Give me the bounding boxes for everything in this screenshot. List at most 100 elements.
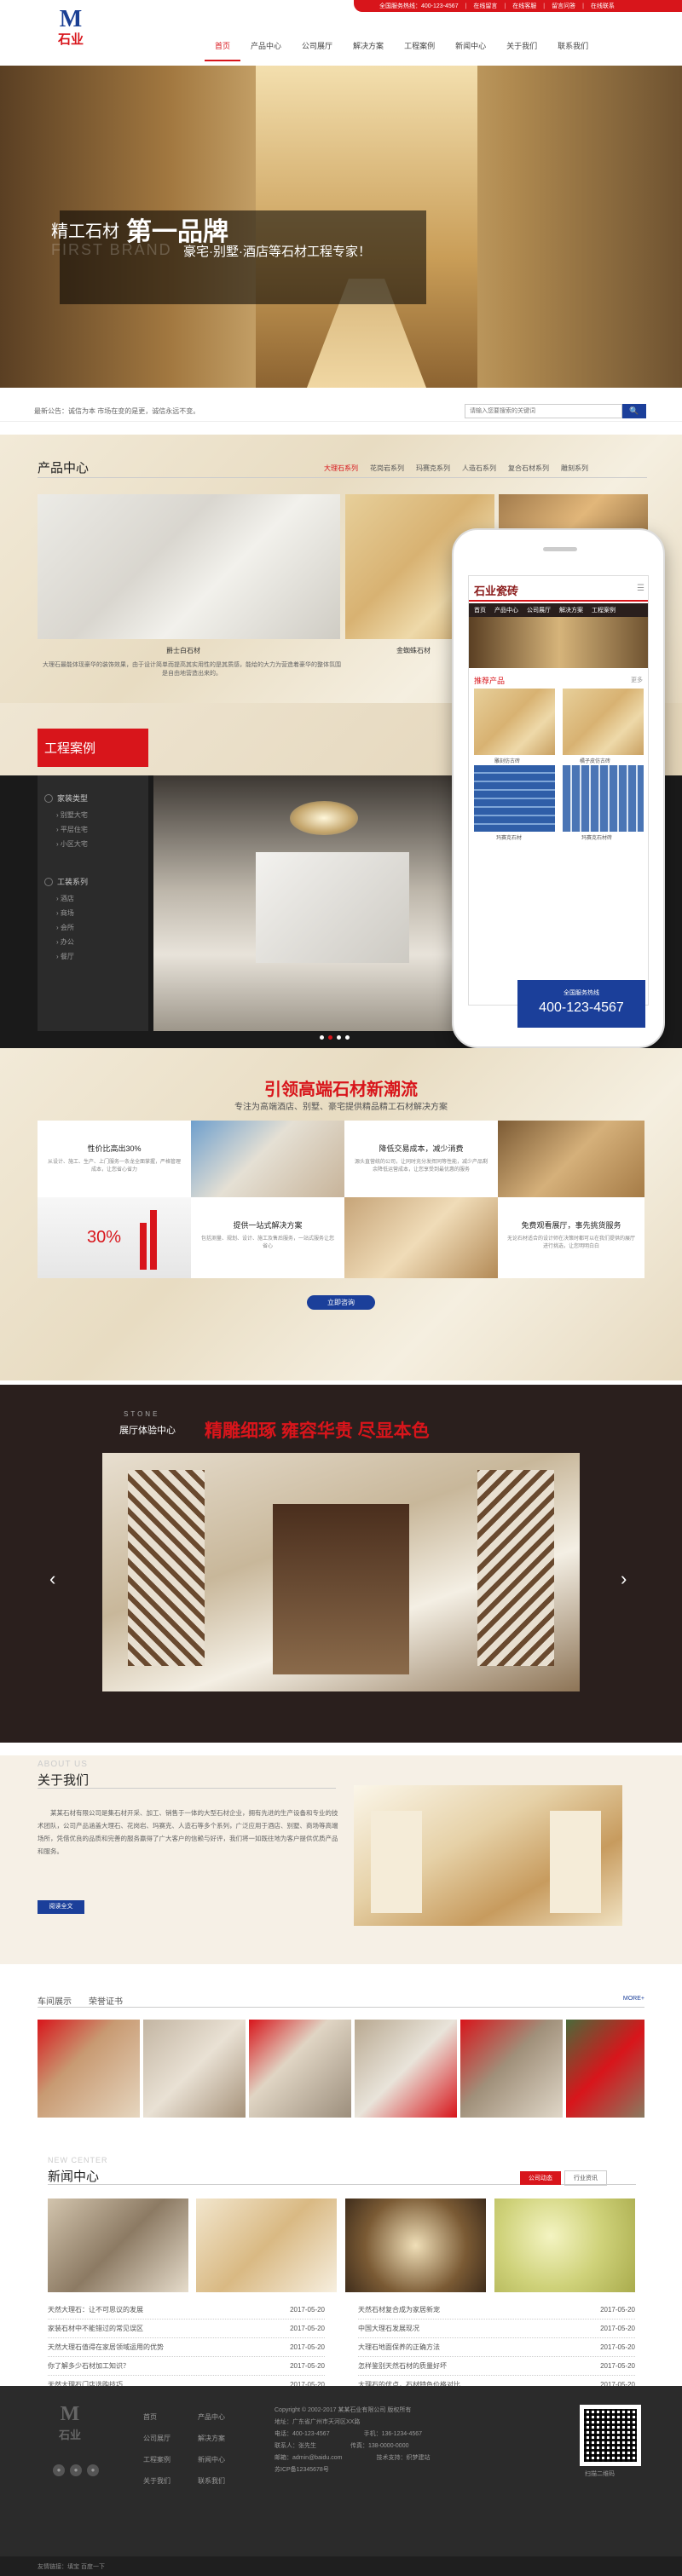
logo[interactable]: M 石业 bbox=[49, 7, 92, 58]
phone-nav-item[interactable]: 首页 bbox=[474, 606, 486, 614]
notice-text: 最新公告：诚信为本 市场在变的是更，诚信永远不变。 bbox=[34, 407, 200, 415]
news-item[interactable]: 天然大理石：让不可思议的发展 2017-05-20 bbox=[48, 2301, 325, 2320]
footer-link[interactable]: 工程案例 bbox=[143, 2449, 170, 2470]
hero-en: FIRST BRAND bbox=[51, 241, 172, 258]
gallery-image[interactable] bbox=[460, 2020, 563, 2118]
news-tab[interactable]: 行业资讯 bbox=[564, 2170, 607, 2186]
showroom-image[interactable] bbox=[102, 1453, 580, 1691]
news-image[interactable] bbox=[494, 2199, 635, 2292]
footer-link[interactable]: 解决方案 bbox=[198, 2428, 225, 2449]
phone-hotline-box[interactable]: 全国服务热线 400-123-4567 bbox=[517, 980, 645, 1028]
nav-news[interactable]: 新闻中心 bbox=[445, 31, 496, 61]
news-image[interactable] bbox=[48, 2199, 188, 2292]
gallery-tab[interactable]: 荣誉证书 bbox=[89, 1994, 123, 2007]
news-item[interactable]: 中国大理石发展现况 2017-05-20 bbox=[358, 2320, 635, 2338]
gallery-image[interactable] bbox=[249, 2020, 351, 2118]
footer-link[interactable]: 产品中心 bbox=[198, 2406, 225, 2428]
product-name[interactable]: 金蜘蛛石材 bbox=[396, 646, 431, 655]
phone-nav-item[interactable]: 工程案例 bbox=[592, 606, 616, 614]
product-tab[interactable]: 复合石材系列 bbox=[508, 464, 549, 473]
phone-more-link[interactable]: 更多 bbox=[631, 676, 643, 684]
hero-banner: 精工石材 第一品牌 FIRST BRAND 豪宅·别墅·酒店等石材工程专家！ bbox=[0, 66, 682, 388]
solution-section: 引领高端石材新潮流 专注为高端酒店、别墅、豪宅提供精品精工石材解决方案 性价比高… bbox=[0, 1048, 682, 1380]
product-tab[interactable]: 雕刻系列 bbox=[561, 464, 588, 473]
prev-arrow-icon[interactable]: ‹ bbox=[49, 1568, 55, 1590]
search-button[interactable]: 🔍 bbox=[622, 404, 646, 418]
phone-nav-item[interactable]: 公司展厅 bbox=[527, 606, 551, 614]
phone-menu-icon[interactable]: ☰ bbox=[637, 584, 644, 593]
case-item[interactable]: › 办公 bbox=[56, 935, 74, 949]
product-tab[interactable]: 花岗岩系列 bbox=[370, 464, 404, 473]
nav-cases[interactable]: 工程案例 bbox=[394, 31, 445, 61]
footer-link[interactable]: 联系我们 bbox=[198, 2470, 225, 2492]
qr-label: 扫描二维码 bbox=[585, 2471, 615, 2477]
news-item[interactable]: 天然石材复合成为家居新宠 2017-05-20 bbox=[358, 2301, 635, 2320]
qq-icon[interactable]: ● bbox=[87, 2464, 99, 2476]
news-item[interactable]: 怎样鉴别天然石材的质量好坏 2017-05-20 bbox=[358, 2357, 635, 2376]
news-item[interactable]: 大理石地面保养的正确方法 2017-05-20 bbox=[358, 2338, 635, 2357]
wechat-icon[interactable]: ● bbox=[53, 2464, 65, 2476]
case-item[interactable]: › 平层住宅 bbox=[56, 822, 88, 837]
read-more-button[interactable]: 阅读全文 bbox=[38, 1900, 84, 1914]
news-image[interactable] bbox=[345, 2199, 486, 2292]
product-tab[interactable]: 大理石系列 bbox=[324, 464, 358, 473]
case-item[interactable]: › 别墅大宅 bbox=[56, 808, 88, 822]
product-image[interactable] bbox=[38, 494, 340, 639]
news-item[interactable]: 你了解多少石材加工知识？ 2017-05-20 bbox=[48, 2357, 325, 2376]
phone-product-image[interactable] bbox=[474, 765, 555, 832]
case-item[interactable]: › 小区大宅 bbox=[56, 837, 88, 851]
gallery-tabs: 车间展示 荣誉证书 bbox=[38, 1994, 123, 2007]
nav-home[interactable]: 首页 bbox=[205, 31, 241, 61]
hero-small: 精工石材 bbox=[51, 222, 119, 241]
footer-link[interactable]: 首页 bbox=[143, 2406, 170, 2428]
slide-dot[interactable] bbox=[320, 1035, 324, 1040]
slide-dot[interactable] bbox=[328, 1035, 332, 1040]
phone-product-image[interactable] bbox=[474, 689, 555, 755]
next-arrow-icon[interactable]: › bbox=[621, 1568, 627, 1590]
slide-dot[interactable] bbox=[337, 1035, 341, 1040]
top-link[interactable]: 在线留言 bbox=[473, 2, 497, 10]
case-item[interactable]: › 会所 bbox=[56, 920, 74, 935]
footer-mobile: 手机：136-1234-4567 bbox=[363, 2431, 423, 2437]
nav-products[interactable]: 产品中心 bbox=[240, 31, 292, 61]
top-link[interactable]: 留言问答 bbox=[552, 2, 575, 10]
consult-button[interactable]: 立即咨询 bbox=[307, 1295, 375, 1310]
footer-contact: 联系人：张先生 bbox=[275, 2443, 316, 2449]
slide-dot[interactable] bbox=[345, 1035, 350, 1040]
product-tab[interactable]: 玛赛克系列 bbox=[416, 464, 450, 473]
gallery-image[interactable] bbox=[566, 2020, 644, 2118]
footer-link[interactable]: 新闻中心 bbox=[198, 2449, 225, 2470]
nav-contact[interactable]: 联系我们 bbox=[547, 31, 598, 61]
news-item[interactable]: 家装石材中不能错过的常见误区 2017-05-20 bbox=[48, 2320, 325, 2338]
news-tab-active[interactable]: 公司动态 bbox=[520, 2171, 561, 2185]
gallery-image[interactable] bbox=[143, 2020, 246, 2118]
gallery-more-link[interactable]: MORE+ bbox=[623, 1996, 644, 2002]
gallery-image[interactable] bbox=[38, 2020, 140, 2118]
phone-nav-item[interactable]: 产品中心 bbox=[494, 606, 518, 614]
news-image[interactable] bbox=[196, 2199, 337, 2292]
showroom-en: STONE bbox=[124, 1410, 160, 1418]
nav-showroom[interactable]: 公司展厅 bbox=[292, 31, 343, 61]
case-group[interactable]: 工装系列 bbox=[57, 876, 88, 887]
nav-about[interactable]: 关于我们 bbox=[496, 31, 547, 61]
phone-product-image[interactable] bbox=[563, 765, 644, 832]
nav-solutions[interactable]: 解决方案 bbox=[343, 31, 394, 61]
case-group[interactable]: 家装类型 bbox=[57, 792, 88, 804]
case-item[interactable]: › 酒店 bbox=[56, 891, 74, 906]
news-item[interactable]: 天然大理石值得在家居领域运用的优势 2017-05-20 bbox=[48, 2338, 325, 2357]
case-item[interactable]: › 商场 bbox=[56, 906, 74, 920]
product-tab[interactable]: 人造石系列 bbox=[462, 464, 496, 473]
product-name[interactable]: 爵士白石材 bbox=[166, 646, 200, 655]
footer-info: Copyright © 2002-2017 某某石业有限公司 版权所有 地址：广… bbox=[275, 2405, 556, 2476]
case-item[interactable]: › 餐厅 bbox=[56, 949, 74, 964]
top-link[interactable]: 在线联系 bbox=[591, 2, 615, 10]
phone-product-image[interactable] bbox=[563, 689, 644, 755]
gallery-image[interactable] bbox=[355, 2020, 457, 2118]
weibo-icon[interactable]: ● bbox=[70, 2464, 82, 2476]
footer-link[interactable]: 关于我们 bbox=[143, 2470, 170, 2492]
top-link[interactable]: 在线客服 bbox=[512, 2, 536, 10]
footer-link[interactable]: 公司展厅 bbox=[143, 2428, 170, 2449]
search-input[interactable] bbox=[465, 404, 622, 418]
phone-nav-item[interactable]: 解决方案 bbox=[559, 606, 583, 614]
gallery-tab[interactable]: 车间展示 bbox=[38, 1994, 72, 2007]
